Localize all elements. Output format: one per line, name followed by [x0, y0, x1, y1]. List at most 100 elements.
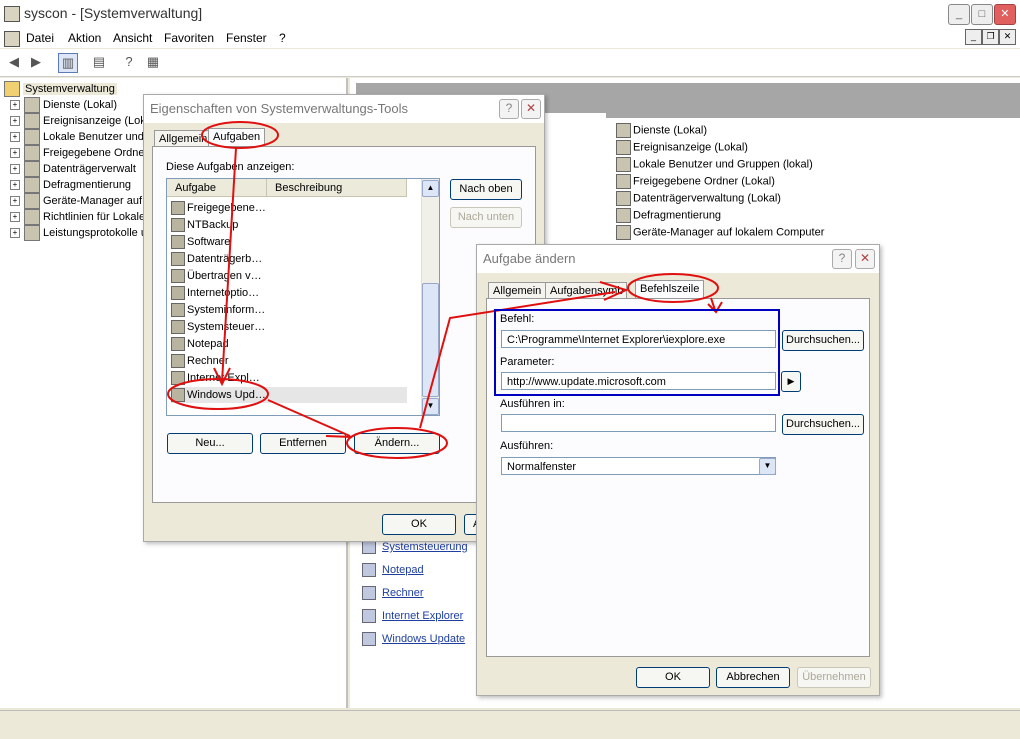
new-task-button[interactable]: Neu... — [167, 433, 253, 454]
dropdown-arrow-icon[interactable]: ▼ — [759, 458, 776, 475]
mdi-minimize-button[interactable]: _ — [965, 29, 982, 45]
menu-aktion[interactable]: Aktion — [68, 31, 101, 45]
list-item[interactable]: Internet Expl… — [171, 370, 260, 386]
expand-icon[interactable]: + — [10, 100, 20, 110]
help-question-icon[interactable]: ? — [832, 249, 852, 269]
menu-ansicht[interactable]: Ansicht — [113, 31, 152, 45]
task-link-systemsteuerung[interactable]: Systemsteuerung — [362, 540, 468, 554]
expand-icon[interactable]: + — [10, 212, 20, 222]
close-icon[interactable]: ✕ — [521, 99, 541, 119]
run-mode-select[interactable]: Normalfenster — [501, 457, 776, 475]
command-input[interactable]: C:\Programme\Internet Explorer\iexplore.… — [501, 330, 776, 348]
expand-icon[interactable]: + — [10, 148, 20, 158]
tree-item-lokale-benutzer[interactable]: + Lokale Benutzer und — [10, 129, 144, 145]
scroll-thumb[interactable] — [422, 283, 439, 397]
browse-run-in-button[interactable]: Durchsuchen... — [782, 414, 864, 435]
list-item[interactable]: Rechner — [171, 353, 229, 369]
menu-favoriten[interactable]: Favoriten — [164, 31, 214, 45]
tree-item-defragmentierung[interactable]: + Defragmentierung — [10, 177, 131, 193]
remove-task-button[interactable]: Entfernen — [260, 433, 346, 454]
mdi-close-button[interactable]: ✕ — [999, 29, 1016, 45]
list-item[interactable]: Datenträgerverwaltung (Lokal) — [616, 191, 781, 206]
tab-aufgabensymbol[interactable]: Aufgabensymb — [545, 282, 627, 299]
browse-command-button[interactable]: Durchsuchen... — [782, 330, 864, 351]
tree-item-ereignisanzeige[interactable]: + Ereignisanzeige (Lok — [10, 113, 146, 129]
expand-icon[interactable]: + — [10, 180, 20, 190]
move-down-button[interactable]: Nach unten — [450, 207, 522, 228]
tree-item-geraete-manager[interactable]: + Geräte-Manager auf — [10, 193, 142, 209]
menu-help[interactable]: ? — [279, 31, 286, 45]
list-item[interactable]: Datenträgerb… — [171, 251, 262, 267]
forward-arrow-icon[interactable]: ▶ — [27, 53, 45, 71]
parameter-input[interactable]: http://www.update.microsoft.com — [501, 372, 776, 390]
internet-explorer-icon — [362, 609, 376, 623]
expand-icon[interactable]: + — [10, 196, 20, 206]
tasks-list-scrollbar[interactable]: ▲ ▼ — [421, 179, 439, 415]
show-tree-icon[interactable]: ▥ — [58, 53, 78, 73]
task-link-rechner[interactable]: Rechner — [362, 586, 424, 600]
menu-fenster[interactable]: Fenster — [226, 31, 267, 45]
window-title: syscon - [Systemverwaltung] — [24, 5, 203, 21]
list-item[interactable]: Freigegebene Ordner (Lokal) — [616, 174, 775, 189]
list-item[interactable]: Ereignisanzeige (Lokal) — [616, 140, 748, 155]
show-hide-actions-icon[interactable]: ▦ — [144, 53, 162, 71]
maximize-button[interactable]: □ — [971, 4, 993, 25]
list-item[interactable]: Software — [171, 234, 230, 250]
performance-icon — [24, 225, 40, 241]
tree-item-dienste[interactable]: + Dienste (Lokal) — [10, 97, 117, 113]
list-item[interactable]: NTBackup — [171, 217, 238, 233]
tasks-list[interactable]: Aufgabe Beschreibung Freigegebene… NTBac… — [166, 178, 440, 416]
close-icon[interactable]: ✕ — [855, 249, 875, 269]
expand-icon[interactable]: + — [10, 164, 20, 174]
help-question-icon[interactable]: ? — [499, 99, 519, 119]
tab-allgemein[interactable]: Allgemein — [488, 282, 547, 299]
tree-item-freigegebene-ordner[interactable]: + Freigegebene Ordne — [10, 145, 145, 161]
mdi-restore-button[interactable]: ❐ — [982, 29, 999, 45]
export-list-icon[interactable]: ▤ — [90, 53, 108, 71]
expand-icon[interactable]: + — [10, 228, 20, 238]
list-item[interactable]: Übertragen v… — [171, 268, 262, 284]
expand-icon[interactable]: + — [10, 132, 20, 142]
tree-item-datentraeger[interactable]: + Datenträgerverwalt — [10, 161, 136, 177]
parameter-menu-arrow-icon[interactable]: ▶ — [781, 371, 801, 392]
tab-allgemein[interactable]: Allgemein — [154, 130, 213, 147]
help-icon[interactable]: ? — [120, 53, 138, 71]
list-item[interactable]: Notepad — [171, 336, 229, 352]
list-item[interactable]: Internetoptio… — [171, 285, 259, 301]
ok-button[interactable]: OK — [636, 667, 710, 688]
list-item[interactable]: Freigegebene… — [171, 200, 266, 216]
internet-explorer-icon — [171, 371, 185, 386]
tab-befehlszeile[interactable]: Befehlszeile — [635, 280, 705, 299]
task-link-windows-update[interactable]: Windows Update — [362, 632, 465, 646]
ok-button[interactable]: OK — [382, 514, 456, 535]
task-link-notepad[interactable]: Notepad — [362, 563, 424, 577]
list-item[interactable]: Defragmentierung — [616, 208, 721, 223]
tab-aufgaben[interactable]: Aufgaben — [208, 128, 266, 147]
list-item[interactable]: Lokale Benutzer und Gruppen (lokal) — [616, 157, 813, 172]
list-item[interactable]: Systeminform… — [171, 302, 265, 318]
minimize-button[interactable]: _ — [948, 4, 970, 25]
tasks-list-label: Diese Aufgaben anzeigen: — [166, 161, 295, 173]
list-item[interactable]: Systemsteuer… — [171, 319, 265, 335]
expand-icon[interactable]: + — [10, 116, 20, 126]
list-item[interactable]: Dienste (Lokal) — [616, 123, 707, 138]
scroll-down-icon[interactable]: ▼ — [422, 398, 439, 415]
column-header-beschreibung[interactable]: Beschreibung — [267, 179, 407, 197]
tree-item-leistungsprotokolle[interactable]: + Leistungsprotokolle u — [10, 225, 147, 241]
back-arrow-icon[interactable]: ◀ — [5, 53, 23, 71]
scroll-up-icon[interactable]: ▲ — [422, 180, 439, 197]
cancel-button[interactable]: Abbrechen — [716, 667, 790, 688]
list-item-selected[interactable]: Windows Upd… — [171, 387, 407, 403]
column-header-aufgabe[interactable]: Aufgabe — [167, 179, 267, 197]
tree-item-richtlinien[interactable]: + Richtlinien für Lokale — [10, 209, 145, 225]
windows-update-icon — [171, 388, 185, 403]
apply-button[interactable]: Übernehmen — [797, 667, 871, 688]
menu-datei[interactable]: Datei — [26, 31, 54, 45]
run-in-input[interactable] — [501, 414, 776, 432]
tree-root-systemverwaltung[interactable]: Systemverwaltung — [4, 81, 117, 97]
edit-task-button[interactable]: Ändern... — [354, 433, 440, 454]
move-up-button[interactable]: Nach oben — [450, 179, 522, 200]
close-button[interactable]: ✕ — [994, 4, 1016, 25]
list-item[interactable]: Geräte-Manager auf lokalem Computer — [616, 225, 824, 240]
task-link-internet-explorer[interactable]: Internet Explorer — [362, 609, 463, 623]
